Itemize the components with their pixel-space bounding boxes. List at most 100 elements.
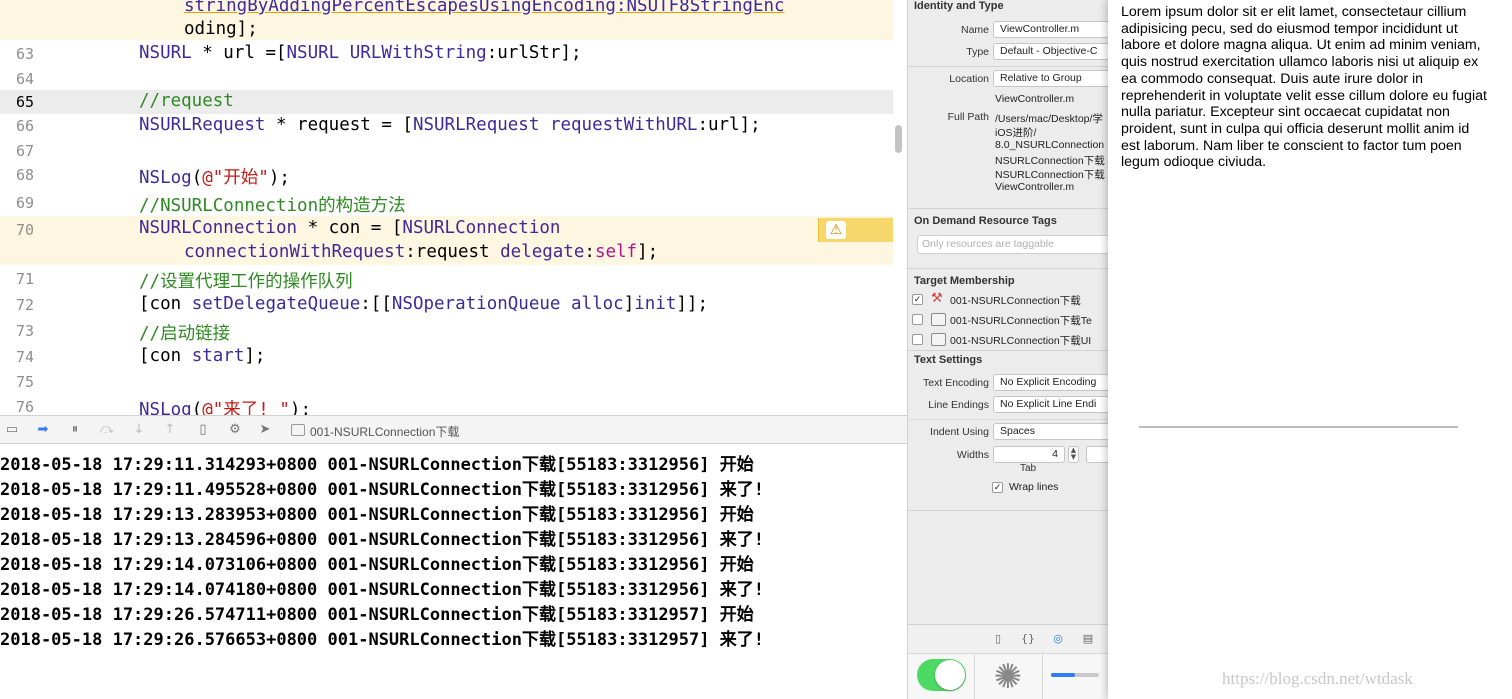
code-line-text: //设置代理工作的操作队列 <box>139 272 353 292</box>
object-library-icon[interactable]: ◎ <box>1051 632 1065 646</box>
code-line-text: stringByAddingPercentEscapesUsingEncodin… <box>184 0 785 16</box>
console-line: 2018-05-18 17:29:14.073106+0800 001-NSUR… <box>0 555 754 575</box>
code-line[interactable]: 76 NSLog(@"来了! "); <box>0 395 893 415</box>
code-line-current[interactable]: 65 //request <box>0 90 893 114</box>
full-path-line: ViewController.m <box>995 181 1075 193</box>
code-line[interactable]: 71 //设置代理工作的操作队列 <box>0 267 893 292</box>
hide-debug-area-icon[interactable]: ▭ <box>3 421 21 439</box>
target-label: 001-NSURLConnection下载 <box>950 295 1081 307</box>
code-line[interactable]: 75 <box>0 370 893 394</box>
uitest-target-icon <box>931 333 946 346</box>
code-line-text: [con setDelegateQueue:[[NSOperationQueue… <box>139 294 708 314</box>
step-over-icon[interactable]: ⤼ <box>98 421 116 439</box>
code-line-text: NSLog(@"来了! "); <box>139 400 311 415</box>
line-number: 65 <box>15 93 34 111</box>
switch-control-tile[interactable] <box>917 659 966 691</box>
code-line[interactable]: 67 <box>0 139 893 163</box>
console-line: 2018-05-18 17:29:13.284596+0800 001-NSUR… <box>0 530 764 550</box>
console-line: 2018-05-18 17:29:11.314293+0800 001-NSUR… <box>0 455 754 475</box>
location-popup[interactable]: Relative to Group <box>993 70 1108 87</box>
debug-target-label[interactable]: 001-NSURLConnection下载 <box>310 423 459 440</box>
wrap-lines-checkbox[interactable]: ✓ <box>992 482 1003 493</box>
line-number: 69 <box>15 194 34 212</box>
warning-triangle-icon: ⚠ <box>826 221 846 239</box>
target-label: 001-NSURLConnection下载UI <box>950 335 1092 347</box>
line-number: 64 <box>15 70 34 88</box>
indent-width-field[interactable] <box>1086 446 1108 463</box>
code-line-text: [con start]; <box>139 346 266 366</box>
line-number: 75 <box>15 373 34 391</box>
code-line-text: NSURLRequest * request = [NSURLRequest r… <box>139 115 761 135</box>
code-line-warning[interactable]: 70 NSURLConnection * con = [NSURLConnect… <box>0 216 893 265</box>
breakpoints-toggle-icon[interactable]: ➡ <box>34 421 52 439</box>
separator <box>908 419 1108 420</box>
full-path-line: iOS进阶/ <box>995 127 1037 139</box>
code-editor[interactable]: stringByAddingPercentEscapesUsingEncodin… <box>0 0 893 415</box>
line-endings-label: Line Endings <box>928 399 989 411</box>
warning-badge[interactable]: ⚠ <box>818 218 893 242</box>
line-number: 67 <box>15 142 34 160</box>
target-label: 001-NSURLConnection下载Te <box>950 315 1092 327</box>
section-title-on-demand: On Demand Resource Tags <box>914 215 1057 227</box>
target-checkbox[interactable] <box>912 314 923 325</box>
text-encoding-popup[interactable]: No Explicit Encoding <box>993 374 1108 391</box>
step-into-icon[interactable]: ↓ <box>130 421 148 439</box>
code-line[interactable]: 69 //NSURLConnection的构造方法 <box>0 191 893 216</box>
step-out-icon[interactable]: ↑ <box>161 421 179 439</box>
line-number: 72 <box>15 296 34 314</box>
separator <box>908 268 1108 269</box>
progress-view-tile[interactable] <box>1051 673 1099 677</box>
file-template-icon[interactable]: ▯ <box>991 632 1005 646</box>
pause-icon[interactable]: ⏸ <box>66 421 84 439</box>
tile-divider <box>974 654 975 699</box>
line-number: 74 <box>15 348 34 366</box>
code-snippet-icon[interactable]: {} <box>1021 632 1035 646</box>
line-number: 63 <box>15 45 34 63</box>
name-field[interactable]: ViewController.m <box>993 21 1108 38</box>
lorem-paragraph: Lorem ipsum dolor sit er elit lamet, con… <box>1121 4 1487 171</box>
resource-tags-field[interactable]: Only resources are taggable <box>917 235 1108 254</box>
tab-width-stepper[interactable]: ▲ ▼ <box>1068 446 1079 463</box>
file-inspector: Identity and Type Name ViewController.m … <box>907 0 1108 699</box>
console-line: 2018-05-18 17:29:11.495528+0800 001-NSUR… <box>0 480 764 500</box>
location-label: Location <box>949 73 989 85</box>
code-line[interactable]: 73 //启动链接 <box>0 319 893 344</box>
target-checkbox[interactable] <box>912 334 923 345</box>
code-line-text: oding]; <box>184 19 258 39</box>
line-number: 71 <box>15 270 34 288</box>
separator <box>908 510 1108 511</box>
code-line[interactable]: 74 [con start]; <box>0 345 893 369</box>
media-library-icon[interactable]: ▤ <box>1081 632 1095 646</box>
target-icon <box>291 424 305 436</box>
switch-knob <box>935 660 965 690</box>
indent-using-label: Indent Using <box>930 426 989 438</box>
tile-divider <box>1042 654 1043 699</box>
tab-width-field[interactable]: 4 <box>993 446 1065 463</box>
memory-graph-icon[interactable]: ⚙ <box>226 421 244 439</box>
name-label: Name <box>960 24 989 36</box>
code-line-wrapped[interactable]: stringByAddingPercentEscapesUsingEncodin… <box>0 0 893 40</box>
code-line[interactable]: 66 NSURLRequest * request = [NSURLReques… <box>0 114 893 138</box>
console-output[interactable]: 2018-05-18 17:29:11.314293+0800 001-NSUR… <box>0 445 907 699</box>
text-encoding-label: Text Encoding <box>923 377 989 389</box>
code-line[interactable]: 63 NSURL * url =[NSURL URLWithString:url… <box>0 42 893 66</box>
tab-caption: Tab <box>1020 463 1037 474</box>
target-checkbox-checked[interactable]: ✓ <box>912 294 923 305</box>
code-line[interactable]: 68 NSLog(@"开始"); <box>0 163 893 188</box>
type-popup[interactable]: Default - Objective-C <box>993 43 1108 60</box>
view-hierarchy-icon[interactable]: ▯ <box>194 421 212 439</box>
code-line-text: NSURL * url =[NSURL URLWithString:urlStr… <box>139 43 582 63</box>
console-line: 2018-05-18 17:29:14.074180+0800 001-NSUR… <box>0 580 764 600</box>
code-line[interactable]: 72 [con setDelegateQueue:[[NSOperationQu… <box>0 293 893 317</box>
code-line[interactable]: 64 <box>0 67 893 91</box>
editor-scrollbar[interactable] <box>895 125 902 153</box>
activity-indicator-icon[interactable]: ✺ <box>988 657 1028 697</box>
separator <box>908 66 1108 67</box>
indent-using-popup[interactable]: Spaces <box>993 423 1108 440</box>
separator <box>908 350 1108 351</box>
line-number: 76 <box>15 398 34 415</box>
location-icon[interactable]: ➤ <box>256 421 274 439</box>
line-endings-popup[interactable]: No Explicit Line Endi <box>993 396 1108 413</box>
full-path-line: 8.0_NSURLConnection <box>995 139 1105 151</box>
wrap-lines-label: Wrap lines <box>1009 481 1059 493</box>
